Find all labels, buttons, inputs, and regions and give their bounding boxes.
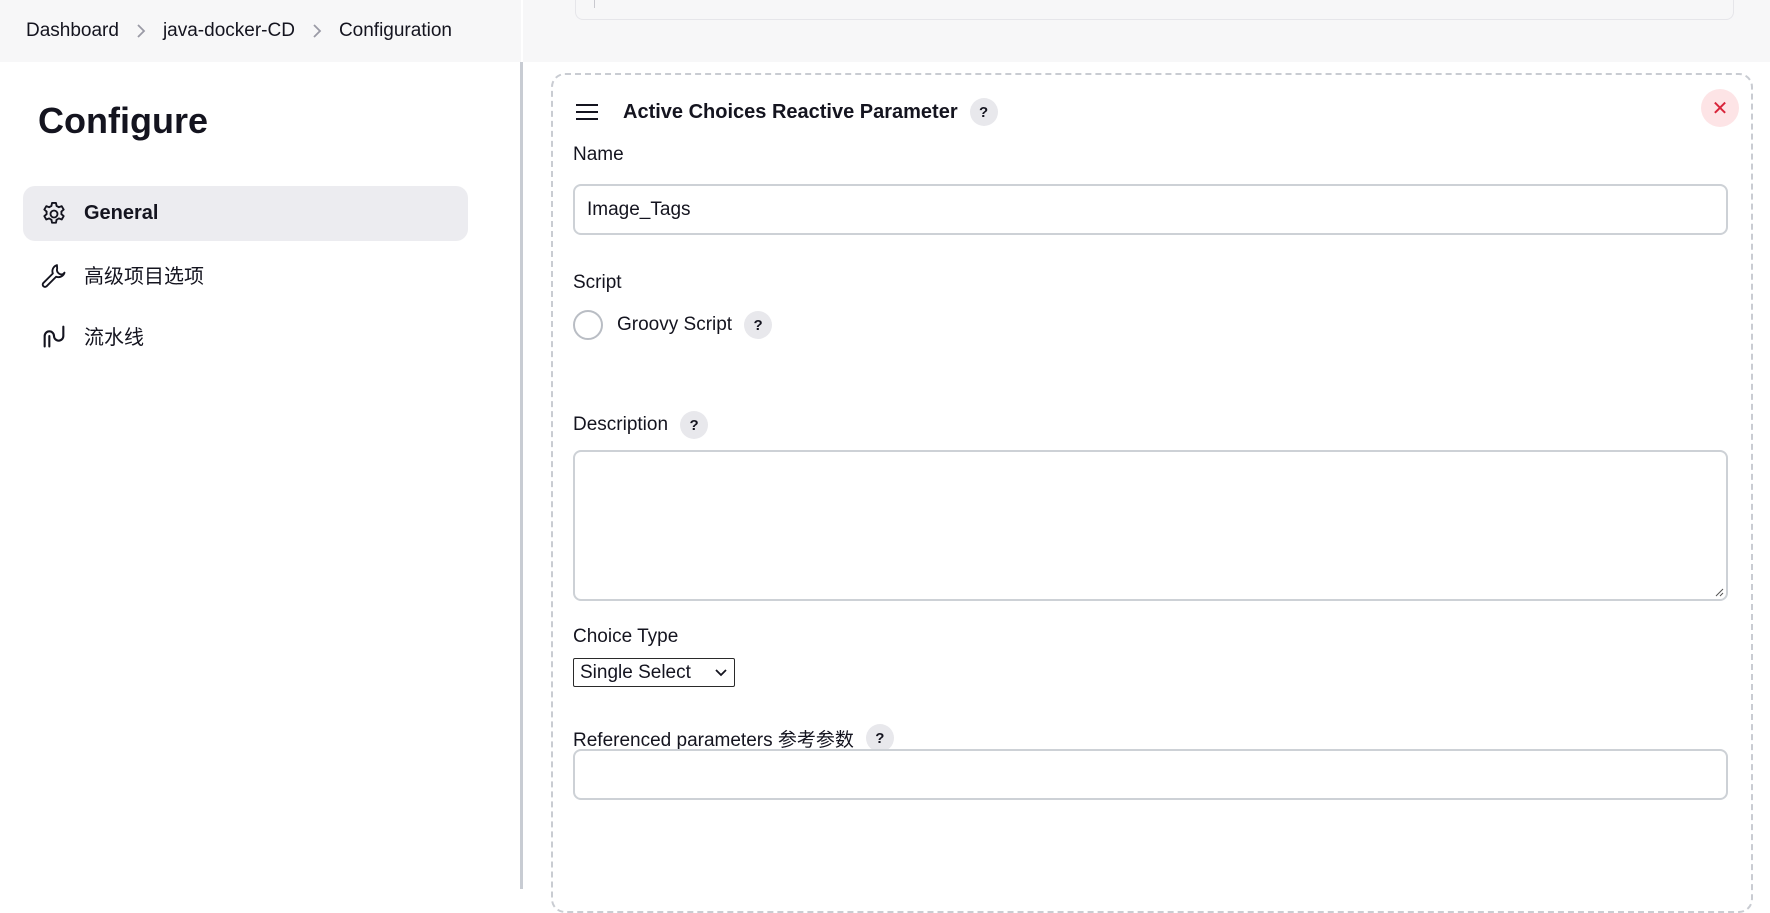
chevron-right-icon <box>119 23 163 39</box>
main-content: Active Choices Reactive Parameter ? ✕ Na… <box>523 62 1770 913</box>
sidebar-item-advanced[interactable]: 高级项目选项 <box>23 247 468 302</box>
referenced-parameters-label-text: Referenced parameters 参考参数 <box>573 729 854 751</box>
sidebar-item-label: 高级项目选项 <box>84 266 204 288</box>
wrench-icon <box>39 260 69 290</box>
referenced-parameters-field[interactable] <box>573 749 1728 800</box>
description-textarea[interactable] <box>573 450 1728 601</box>
previous-section <box>523 0 1770 62</box>
help-icon[interactable]: ? <box>969 98 998 126</box>
sidebar: Configure General 高级项目选项 流水线 <box>0 62 521 889</box>
breadcrumb-configuration[interactable]: Configuration <box>339 20 452 42</box>
previous-card <box>575 0 1734 20</box>
groovy-script-label: Groovy Script <box>617 314 733 335</box>
name-label: Name <box>573 144 624 165</box>
parameter-title: Active Choices Reactive Parameter <box>623 100 958 123</box>
gear-icon <box>39 199 69 229</box>
sidebar-item-label: 流水线 <box>84 327 144 349</box>
breadcrumb-dashboard[interactable]: Dashboard <box>26 20 119 42</box>
parameter-card: Active Choices Reactive Parameter ? ✕ Na… <box>551 73 1753 913</box>
description-label: Description ? <box>573 411 709 439</box>
chevron-right-icon <box>295 23 339 39</box>
pipeline-icon <box>39 321 69 351</box>
choice-type-value: Single Select <box>580 661 691 683</box>
groovy-script-radio[interactable] <box>573 310 603 340</box>
page-title: Configure <box>38 100 208 141</box>
help-icon[interactable]: ? <box>744 311 773 339</box>
description-label-text: Description <box>573 414 669 435</box>
sidebar-item-general[interactable]: General <box>23 186 468 241</box>
breadcrumb-job[interactable]: java-docker-CD <box>163 20 295 42</box>
script-label: Script <box>573 272 622 293</box>
referenced-parameters-label: Referenced parameters 参考参数 ? <box>573 724 894 752</box>
choice-type-select[interactable]: Single Select <box>573 658 735 687</box>
drag-handle-icon[interactable] <box>575 102 599 122</box>
groovy-script-option: Groovy Script ? <box>573 310 773 340</box>
parameter-header: Active Choices Reactive Parameter ? <box>575 95 998 129</box>
sidebar-item-pipeline[interactable]: 流水线 <box>23 308 468 363</box>
chevron-down-icon <box>715 668 727 676</box>
name-field[interactable] <box>573 184 1728 235</box>
help-icon[interactable]: ? <box>865 724 894 752</box>
resize-handle-icon[interactable] <box>1714 587 1724 597</box>
sidebar-item-label: General <box>84 202 159 224</box>
close-icon[interactable]: ✕ <box>1701 89 1739 127</box>
breadcrumb: Dashboard java-docker-CD Configuration <box>0 0 521 62</box>
choice-type-label: Choice Type <box>573 626 679 647</box>
help-icon[interactable]: ? <box>680 411 709 439</box>
